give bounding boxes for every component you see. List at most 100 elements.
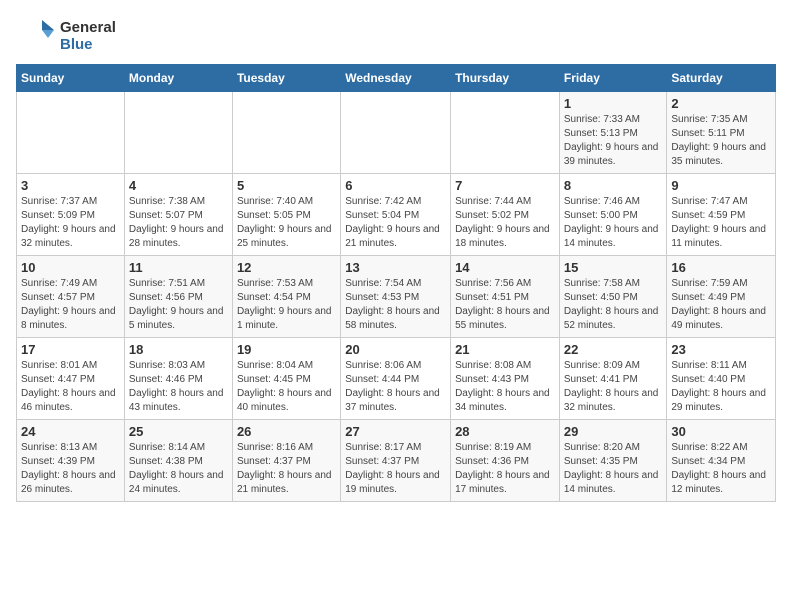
calendar-cell: 22 Sunrise: 8:09 AM Sunset: 4:41 PM Dayli… (559, 338, 667, 420)
day-info: Sunrise: 8:16 AM Sunset: 4:37 PM Dayligh… (237, 441, 336, 497)
day-info: Sunrise: 7:47 AM Sunset: 4:59 PM Dayligh… (671, 195, 771, 251)
day-info: Sunrise: 8:04 AM Sunset: 4:45 PM Dayligh… (237, 359, 336, 415)
header-sunday: Sunday (17, 65, 125, 92)
calendar-cell: 14 Sunrise: 7:56 AM Sunset: 4:51 PM Dayli… (451, 256, 560, 338)
calendar-cell: 24Sunrise: 8:13 AM Sunset: 4:39 PM Dayli… (17, 420, 125, 502)
day-info: Sunrise: 8:01 AM Sunset: 4:47 PM Dayligh… (21, 359, 120, 415)
day-number: 26 (237, 424, 336, 439)
header-tuesday: Tuesday (232, 65, 340, 92)
day-number: 17 (21, 342, 120, 357)
logo-wordmark: General Blue (16, 16, 116, 56)
day-info: Sunrise: 8:20 AM Sunset: 4:35 PM Dayligh… (564, 441, 663, 497)
calendar-cell: 21 Sunrise: 8:08 AM Sunset: 4:43 PM Dayli… (451, 338, 560, 420)
day-info: Sunrise: 7:51 AM Sunset: 4:56 PM Dayligh… (129, 277, 228, 333)
day-number: 6 (345, 178, 446, 193)
calendar-cell: 10 Sunrise: 7:49 AM Sunset: 4:57 PM Dayli… (17, 256, 125, 338)
day-info: Sunrise: 7:40 AM Sunset: 5:05 PM Dayligh… (237, 195, 336, 251)
day-info: Sunrise: 7:33 AM Sunset: 5:13 PM Dayligh… (564, 113, 663, 169)
day-number: 9 (671, 178, 771, 193)
header-thursday: Thursday (451, 65, 560, 92)
day-info: Sunrise: 8:13 AM Sunset: 4:39 PM Dayligh… (21, 441, 120, 497)
day-number: 21 (455, 342, 555, 357)
calendar-cell: 4Sunrise: 7:38 AM Sunset: 5:07 PM Daylig… (124, 174, 232, 256)
calendar-week-row: 17 Sunrise: 8:01 AM Sunset: 4:47 PM Dayli… (17, 338, 776, 420)
calendar-cell: 18 Sunrise: 8:03 AM Sunset: 4:46 PM Dayli… (124, 338, 232, 420)
day-info: Sunrise: 8:03 AM Sunset: 4:46 PM Dayligh… (129, 359, 228, 415)
day-info: Sunrise: 8:17 AM Sunset: 4:37 PM Dayligh… (345, 441, 446, 497)
day-info: Sunrise: 7:42 AM Sunset: 5:04 PM Dayligh… (345, 195, 446, 251)
calendar-cell: 27 Sunrise: 8:17 AM Sunset: 4:37 PM Dayli… (341, 420, 451, 502)
calendar-cell: 23 Sunrise: 8:11 AM Sunset: 4:40 PM Dayli… (667, 338, 776, 420)
calendar-cell: 28 Sunrise: 8:19 AM Sunset: 4:36 PM Dayli… (451, 420, 560, 502)
calendar-cell: 12Sunrise: 7:53 AM Sunset: 4:54 PM Dayli… (232, 256, 340, 338)
day-number: 3 (21, 178, 120, 193)
calendar-header-row: SundayMondayTuesdayWednesdayThursdayFrid… (17, 65, 776, 92)
day-number: 30 (671, 424, 771, 439)
day-number: 12 (237, 260, 336, 275)
page-header: General Blue (16, 16, 776, 56)
calendar-cell: 3 Sunrise: 7:37 AM Sunset: 5:09 PM Daylig… (17, 174, 125, 256)
day-number: 10 (21, 260, 120, 275)
calendar-cell: 25 Sunrise: 8:14 AM Sunset: 4:38 PM Dayli… (124, 420, 232, 502)
day-info: Sunrise: 8:11 AM Sunset: 4:40 PM Dayligh… (671, 359, 771, 415)
day-number: 8 (564, 178, 663, 193)
calendar-cell: 16 Sunrise: 7:59 AM Sunset: 4:49 PM Dayli… (667, 256, 776, 338)
calendar-cell: 15Sunrise: 7:58 AM Sunset: 4:50 PM Dayli… (559, 256, 667, 338)
logo-graphic (16, 16, 56, 56)
day-info: Sunrise: 7:59 AM Sunset: 4:49 PM Dayligh… (671, 277, 771, 333)
day-info: Sunrise: 8:09 AM Sunset: 4:41 PM Dayligh… (564, 359, 663, 415)
day-number: 4 (129, 178, 228, 193)
calendar-cell: 2 Sunrise: 7:35 AM Sunset: 5:11 PM Daylig… (667, 92, 776, 174)
day-number: 25 (129, 424, 228, 439)
calendar-week-row: 24Sunrise: 8:13 AM Sunset: 4:39 PM Dayli… (17, 420, 776, 502)
calendar-cell: 6 Sunrise: 7:42 AM Sunset: 5:04 PM Daylig… (341, 174, 451, 256)
day-info: Sunrise: 7:56 AM Sunset: 4:51 PM Dayligh… (455, 277, 555, 333)
day-info: Sunrise: 7:54 AM Sunset: 4:53 PM Dayligh… (345, 277, 446, 333)
day-number: 14 (455, 260, 555, 275)
calendar-cell: 8 Sunrise: 7:46 AM Sunset: 5:00 PM Daylig… (559, 174, 667, 256)
calendar-cell: 17 Sunrise: 8:01 AM Sunset: 4:47 PM Dayli… (17, 338, 125, 420)
calendar-week-row: 3 Sunrise: 7:37 AM Sunset: 5:09 PM Daylig… (17, 174, 776, 256)
calendar-cell: 20 Sunrise: 8:06 AM Sunset: 4:44 PM Dayli… (341, 338, 451, 420)
day-info: Sunrise: 8:06 AM Sunset: 4:44 PM Dayligh… (345, 359, 446, 415)
calendar-cell (341, 92, 451, 174)
day-info: Sunrise: 8:08 AM Sunset: 4:43 PM Dayligh… (455, 359, 555, 415)
calendar-table: SundayMondayTuesdayWednesdayThursdayFrid… (16, 64, 776, 502)
calendar-cell: 5Sunrise: 7:40 AM Sunset: 5:05 PM Daylig… (232, 174, 340, 256)
day-info: Sunrise: 7:49 AM Sunset: 4:57 PM Dayligh… (21, 277, 120, 333)
day-info: Sunrise: 7:35 AM Sunset: 5:11 PM Dayligh… (671, 113, 771, 169)
calendar-cell (451, 92, 560, 174)
day-info: Sunrise: 7:46 AM Sunset: 5:00 PM Dayligh… (564, 195, 663, 251)
day-info: Sunrise: 8:14 AM Sunset: 4:38 PM Dayligh… (129, 441, 228, 497)
logo: General Blue (16, 16, 116, 56)
day-number: 22 (564, 342, 663, 357)
day-number: 20 (345, 342, 446, 357)
calendar-cell (124, 92, 232, 174)
day-number: 16 (671, 260, 771, 275)
day-info: Sunrise: 7:37 AM Sunset: 5:09 PM Dayligh… (21, 195, 120, 251)
day-info: Sunrise: 8:19 AM Sunset: 4:36 PM Dayligh… (455, 441, 555, 497)
day-number: 27 (345, 424, 446, 439)
header-wednesday: Wednesday (341, 65, 451, 92)
logo-text: General Blue (60, 19, 116, 54)
calendar-week-row: 10 Sunrise: 7:49 AM Sunset: 4:57 PM Dayli… (17, 256, 776, 338)
calendar-week-row: 1 Sunrise: 7:33 AM Sunset: 5:13 PM Daylig… (17, 92, 776, 174)
day-number: 1 (564, 96, 663, 111)
day-info: Sunrise: 7:44 AM Sunset: 5:02 PM Dayligh… (455, 195, 555, 251)
day-info: Sunrise: 8:22 AM Sunset: 4:34 PM Dayligh… (671, 441, 771, 497)
day-number: 11 (129, 260, 228, 275)
calendar-cell: 19 Sunrise: 8:04 AM Sunset: 4:45 PM Dayli… (232, 338, 340, 420)
day-number: 29 (564, 424, 663, 439)
day-number: 28 (455, 424, 555, 439)
day-number: 23 (671, 342, 771, 357)
calendar-cell: 26 Sunrise: 8:16 AM Sunset: 4:37 PM Dayli… (232, 420, 340, 502)
day-number: 18 (129, 342, 228, 357)
header-friday: Friday (559, 65, 667, 92)
day-number: 19 (237, 342, 336, 357)
day-number: 15 (564, 260, 663, 275)
day-number: 2 (671, 96, 771, 111)
calendar-cell (17, 92, 125, 174)
calendar-cell: 13Sunrise: 7:54 AM Sunset: 4:53 PM Dayli… (341, 256, 451, 338)
calendar-cell: 9 Sunrise: 7:47 AM Sunset: 4:59 PM Daylig… (667, 174, 776, 256)
calendar-cell (232, 92, 340, 174)
